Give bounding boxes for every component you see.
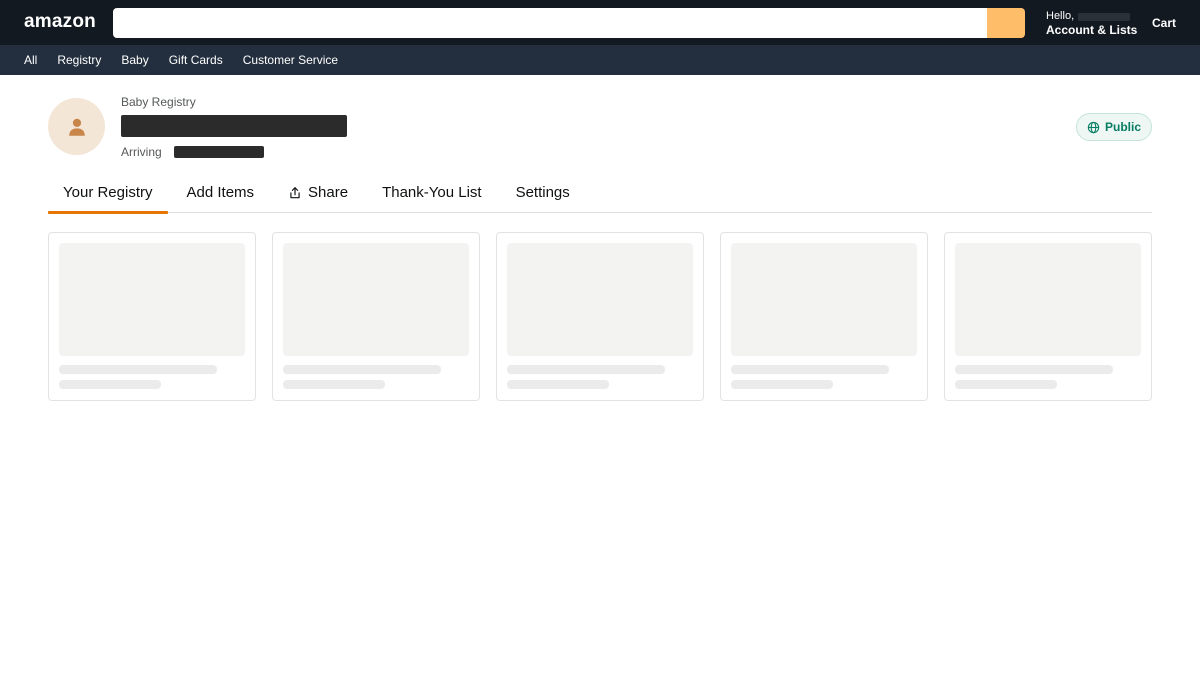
skeleton-line <box>507 380 609 389</box>
visibility-badge[interactable]: Public <box>1076 113 1152 141</box>
tab-label: Settings <box>515 184 570 201</box>
skeleton-line <box>731 365 889 374</box>
skeleton-card <box>720 232 928 401</box>
skeleton-line <box>507 365 665 374</box>
subnav-item-all[interactable]: All <box>24 53 37 67</box>
registry-items-grid <box>48 232 1152 401</box>
skeleton-card <box>496 232 704 401</box>
skeleton-image <box>283 243 469 356</box>
subnav-item-baby[interactable]: Baby <box>121 53 148 67</box>
tab-share[interactable]: Share <box>273 172 363 213</box>
skeleton-image <box>507 243 693 356</box>
account-greeting: Hello, <box>1046 10 1075 22</box>
user-icon <box>68 118 85 136</box>
search-button[interactable] <box>987 8 1025 38</box>
sub-nav: All Registry Baby Gift Cards Customer Se… <box>0 45 1200 75</box>
arriving-row: Arriving <box>121 145 264 159</box>
skeleton-image <box>955 243 1141 356</box>
avatar <box>48 98 105 155</box>
tab-label: Your Registry <box>63 184 153 201</box>
account-lists-label: Account & Lists <box>1046 23 1138 37</box>
tab-label: Add Items <box>186 184 255 201</box>
subnav-item-customer-service[interactable]: Customer Service <box>243 53 338 67</box>
redacted-arrival-date <box>173 146 264 158</box>
cart-link[interactable]: Cart <box>1152 16 1176 30</box>
redacted-user-name <box>1078 13 1131 21</box>
skeleton-image <box>59 243 245 356</box>
tab-thank-you-list[interactable]: Thank-You List <box>367 172 497 213</box>
skeleton-card <box>272 232 480 401</box>
skeleton-card <box>944 232 1152 401</box>
registry-type-label: Baby Registry <box>121 95 196 109</box>
visibility-label: Public <box>1104 120 1141 134</box>
tab-add-items[interactable]: Add Items <box>172 172 270 213</box>
search-input[interactable] <box>113 8 987 38</box>
skeleton-line <box>59 380 161 389</box>
account-menu[interactable]: Hello, Account & Lists <box>1046 10 1137 37</box>
arriving-label: Arriving <box>121 145 162 159</box>
top-header: amazon Hello, Account & Lists Cart <box>0 0 1200 45</box>
skeleton-line <box>283 380 385 389</box>
skeleton-image <box>731 243 917 356</box>
skeleton-line <box>59 365 217 374</box>
tab-label: Thank-You List <box>382 184 482 201</box>
skeleton-line <box>731 380 833 389</box>
skeleton-line <box>283 365 441 374</box>
globe-icon <box>1087 121 1100 133</box>
search-bar <box>113 8 1025 38</box>
skeleton-line <box>955 365 1113 374</box>
subnav-item-gift-cards[interactable]: Gift Cards <box>169 53 223 67</box>
registry-tabs: Your Registry Add Items Share Thank-You … <box>48 172 1152 214</box>
subnav-item-registry[interactable]: Registry <box>57 53 101 67</box>
amazon-logo[interactable]: amazon <box>24 11 96 33</box>
skeleton-card <box>48 232 256 401</box>
tab-label: Share <box>308 184 349 201</box>
tab-your-registry[interactable]: Your Registry <box>48 172 168 214</box>
redacted-registry-name <box>121 115 347 137</box>
share-icon <box>290 186 300 198</box>
tab-settings[interactable]: Settings <box>501 172 585 213</box>
skeleton-line <box>955 380 1057 389</box>
